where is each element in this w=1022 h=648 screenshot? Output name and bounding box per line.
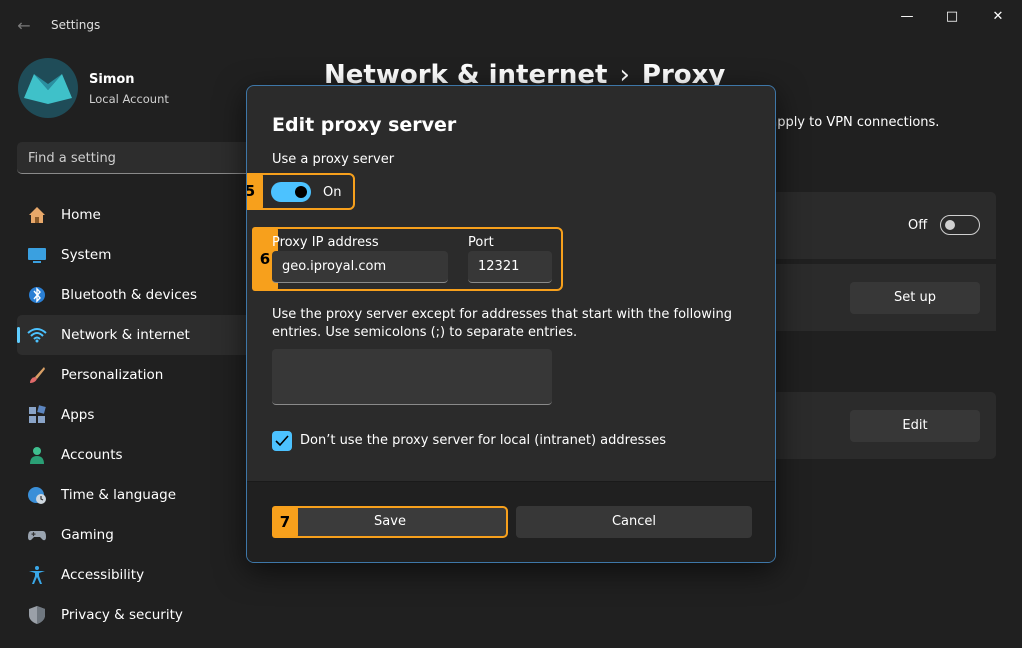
sidebar-item-label: System — [61, 247, 112, 263]
step-badge-7: 7 — [272, 506, 298, 538]
use-proxy-toggle-state: On — [323, 185, 342, 200]
edit-button[interactable]: Edit — [850, 410, 980, 442]
sidebar-item-bluetooth[interactable]: Bluetooth & devices — [17, 275, 253, 315]
use-proxy-label: Use a proxy server — [272, 152, 395, 167]
port-input[interactable] — [468, 251, 552, 283]
maximize-icon[interactable]: □ — [929, 6, 975, 28]
person-icon — [27, 445, 47, 465]
sidebar-item-privacy-security[interactable]: Privacy & security — [17, 595, 253, 635]
local-bypass-label: Don’t use the proxy server for local (in… — [300, 433, 666, 448]
user-account-type: Local Account — [89, 92, 169, 106]
port-label: Port — [468, 235, 494, 250]
exceptions-description: Use the proxy server except for addresse… — [272, 307, 732, 340]
sidebar-item-label: Accounts — [61, 447, 123, 463]
local-bypass-checkbox[interactable] — [272, 431, 292, 451]
back-arrow-icon[interactable]: ← — [12, 14, 36, 38]
home-icon — [27, 205, 47, 225]
sidebar-item-time-language[interactable]: Time & language — [17, 475, 253, 515]
toggle-knob — [945, 220, 955, 230]
brush-icon — [27, 365, 47, 385]
use-proxy-toggle[interactable] — [271, 182, 311, 202]
monitor-icon — [27, 245, 47, 265]
dialog-title: Edit proxy server — [272, 114, 457, 136]
sidebar-item-personalization[interactable]: Personalization — [17, 355, 253, 395]
bluetooth-icon — [27, 285, 47, 305]
sidebar-item-label: Apps — [61, 407, 95, 423]
step-badge-5: 5 — [247, 173, 263, 210]
proxy-ip-label: Proxy IP address — [272, 235, 379, 250]
sidebar-item-accessibility[interactable]: Accessibility — [17, 555, 253, 595]
shield-icon — [27, 605, 47, 625]
sidebar-item-label: Personalization — [61, 367, 164, 383]
sidebar-item-apps[interactable]: Apps — [17, 395, 253, 435]
vpn-note-text: t apply to VPN connections. — [760, 115, 940, 130]
minimize-icon[interactable]: — — [884, 6, 930, 28]
title-bar: ← Settings — □ ✕ — [0, 0, 1022, 48]
sidebar-item-label: Privacy & security — [61, 607, 183, 623]
wifi-icon — [27, 325, 47, 345]
sidebar-item-accounts[interactable]: Accounts — [17, 435, 253, 475]
search-input[interactable] — [28, 142, 248, 174]
auto-detect-toggle[interactable] — [940, 215, 980, 235]
sidebar-item-label: Time & language — [61, 487, 177, 503]
sidebar-item-label: Gaming — [61, 527, 114, 543]
sidebar-item-gaming[interactable]: Gaming — [17, 515, 253, 555]
close-icon[interactable]: ✕ — [975, 6, 1021, 28]
proxy-ip-input[interactable] — [272, 251, 448, 283]
avatar-logo-icon — [24, 74, 72, 104]
sidebar-item-label: Bluetooth & devices — [61, 287, 198, 303]
sidebar-item-label: Home — [61, 207, 101, 223]
edit-proxy-dialog: Edit proxy server Use a proxy server 5 O… — [246, 85, 776, 563]
cancel-button[interactable]: Cancel — [516, 506, 752, 538]
setup-button[interactable]: Set up — [850, 282, 980, 314]
sidebar-item-system[interactable]: System — [17, 235, 253, 275]
globe-clock-icon — [27, 485, 47, 505]
save-button[interactable]: Save — [272, 506, 508, 538]
sidebar-item-label: Accessibility — [61, 567, 145, 583]
gamepad-icon — [27, 525, 47, 545]
auto-detect-state: Off — [908, 218, 928, 233]
app-title: Settings — [51, 18, 101, 32]
sidebar-item-label: Network & internet — [61, 327, 190, 343]
apps-icon — [27, 405, 47, 425]
exceptions-textarea[interactable] — [272, 349, 552, 405]
sidebar-item-home[interactable]: Home — [17, 195, 253, 235]
sidebar-nav: Home System Bluetooth & devices Network … — [17, 195, 253, 635]
checkmark-icon — [275, 435, 289, 447]
accessibility-icon — [27, 565, 47, 585]
avatar[interactable] — [18, 58, 78, 118]
search-box[interactable] — [17, 142, 253, 174]
toggle-knob — [295, 186, 307, 198]
sidebar-item-network[interactable]: Network & internet — [17, 315, 253, 355]
user-name: Simon — [89, 72, 135, 87]
